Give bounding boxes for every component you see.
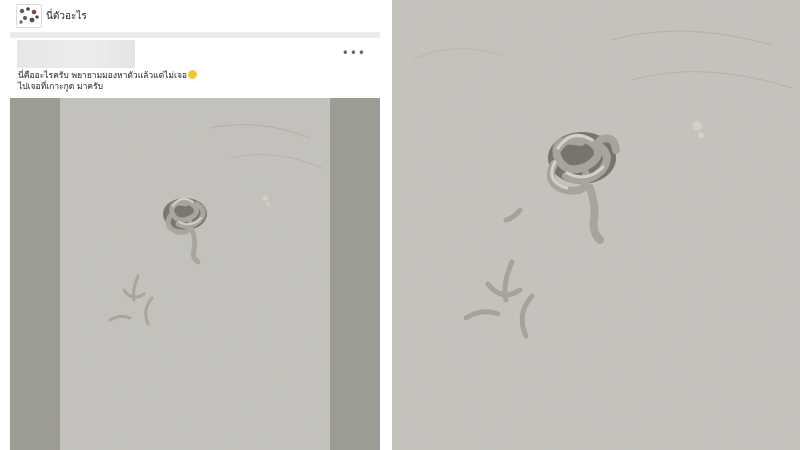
post-photo[interactable] [60, 98, 330, 450]
more-options-icon[interactable]: ••• [342, 46, 366, 60]
post-text-line-1-content: นี่คืออะไรครับ พยายามมองหาตัวแล้วแต่ไม่เ… [18, 71, 188, 81]
facebook-post: นี่ตัวอะไร ••• นี่คืออะไรครับ พยายามมองห… [10, 0, 380, 450]
post-text-line-2: ไปเจอที่เกาะกูด มาครับ [18, 82, 104, 92]
zoomed-photo[interactable] [392, 0, 800, 450]
blurred-author-name [17, 40, 135, 68]
sand-worm-cast-photo [60, 98, 330, 450]
group-avatar-icon[interactable] [16, 4, 42, 28]
post-text: นี่คืออะไรครับ พยายามมองหาตัวแล้วแต่ไม่เ… [18, 70, 368, 93]
group-name[interactable]: นี่ตัวอะไร [46, 9, 87, 24]
grinning-face-icon [188, 70, 198, 79]
post-header: ••• นี่คืออะไรครับ พยายามมองหาตัวแล้วแต่… [10, 38, 380, 98]
post-photo-frame[interactable] [10, 98, 380, 450]
sand-worm-cast-photo-zoom [392, 0, 800, 450]
screenshot-composite: นี่ตัวอะไร ••• นี่คืออะไรครับ พยายามมองห… [0, 0, 800, 450]
group-header[interactable]: นี่ตัวอะไร [10, 0, 380, 32]
post-text-line-1: นี่คืออะไรครับ พยายามมองหาตัวแล้วแต่ไม่เ… [18, 70, 368, 82]
